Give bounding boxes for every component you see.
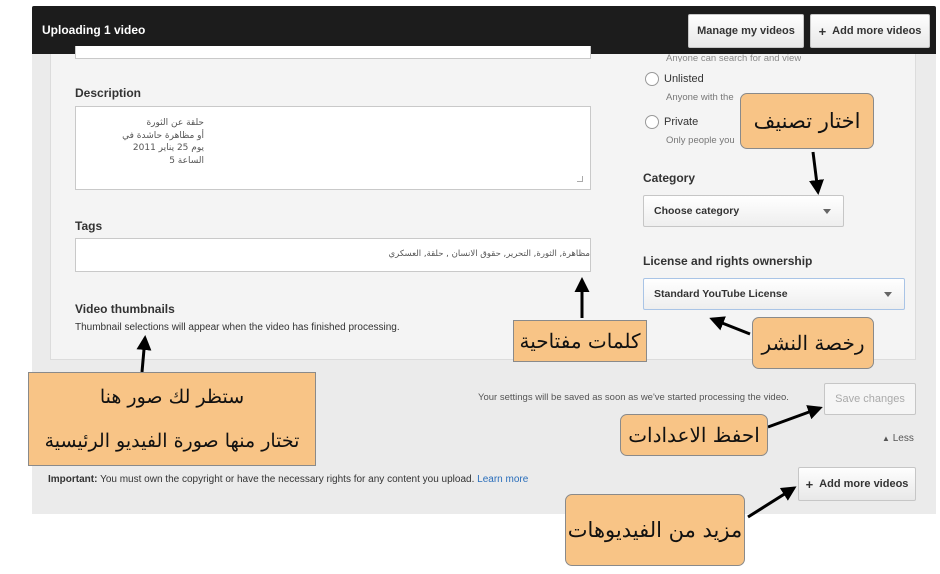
manage-videos-label: Manage my videos — [697, 25, 795, 37]
thumbnails-description: Thumbnail selections will appear when th… — [75, 322, 400, 333]
save-changes-button[interactable]: Save changes — [824, 383, 916, 415]
callout-more-videos: مزيد من الفيديوهات — [565, 494, 745, 566]
less-label: Less — [892, 433, 914, 444]
license-label: License and rights ownership — [643, 254, 813, 268]
less-toggle[interactable]: ▲ Less — [882, 433, 914, 444]
resize-handle-icon[interactable] — [577, 176, 583, 182]
plus-icon: + — [805, 476, 814, 492]
callout-license: رخصة النشر — [752, 317, 874, 369]
category-label: Category — [643, 171, 696, 185]
plus-icon: + — [818, 23, 827, 39]
category-select[interactable]: Choose category — [643, 195, 844, 227]
unlisted-description: Anyone with the — [666, 92, 734, 103]
copyright-notice: Important: You must own the copyright or… — [48, 474, 528, 485]
add-more-label: Add more videos — [832, 25, 922, 37]
footer-add-more-label: Add more videos — [819, 478, 909, 490]
callout-thumbnails-line1: ستظر لك صور هنا — [99, 386, 245, 408]
private-description: Only people you — [666, 135, 735, 146]
private-radio[interactable] — [645, 115, 659, 129]
add-more-videos-button[interactable]: + Add more videos — [810, 14, 930, 48]
description-label: Description — [75, 86, 142, 100]
tags-value: مظاهرة, الثورة, التحرير, حقوق الانسان , … — [388, 249, 590, 259]
unlisted-radio[interactable] — [645, 72, 659, 86]
important-text: You must own the copyright or have the n… — [100, 474, 475, 485]
unlisted-label: Unlisted — [664, 73, 704, 85]
description-line: حلقة عن الثورة — [146, 118, 204, 128]
private-label: Private — [664, 116, 699, 128]
callout-thumbnails-line2: تختار منها صورة الفيديو الرئيسية — [44, 430, 300, 452]
save-note: Your settings will be saved as soon as w… — [478, 392, 789, 403]
tags-label: Tags — [75, 219, 103, 233]
description-line: أو مظاهرة حاشدة في — [122, 130, 204, 141]
title-input[interactable] — [75, 46, 591, 59]
chevron-down-icon — [823, 209, 831, 214]
chevron-down-icon — [884, 292, 892, 297]
callout-thumbnails: ستظر لك صور هنا تختار منها صورة الفيديو … — [28, 372, 316, 466]
save-changes-label: Save changes — [835, 393, 905, 405]
learn-more-link[interactable]: Learn more — [477, 474, 528, 485]
public-description: Anyone can search for and view — [666, 53, 802, 62]
important-label: Important: — [48, 474, 98, 485]
callout-save: احفظ الاعدادات — [620, 414, 768, 456]
license-select[interactable]: Standard YouTube License — [643, 278, 905, 310]
triangle-up-icon: ▲ — [882, 434, 890, 443]
thumbnails-label: Video thumbnails — [75, 302, 175, 316]
manage-videos-button[interactable]: Manage my videos — [688, 14, 804, 48]
description-text: حلقة عن الثورة أو مظاهرة حاشدة في يوم 25… — [84, 117, 204, 167]
license-selected: Standard YouTube License — [654, 288, 788, 300]
description-line: يوم 25 يناير 2011 — [132, 143, 204, 153]
callout-category: اختار تصنيف — [740, 93, 874, 149]
category-selected: Choose category — [654, 205, 740, 217]
footer-add-more-videos-button[interactable]: + Add more videos — [798, 467, 916, 501]
callout-tags: كلمات مفتاحية — [513, 320, 647, 362]
upload-title: Uploading 1 video — [42, 23, 146, 37]
description-line: الساعة 5 — [169, 155, 204, 166]
